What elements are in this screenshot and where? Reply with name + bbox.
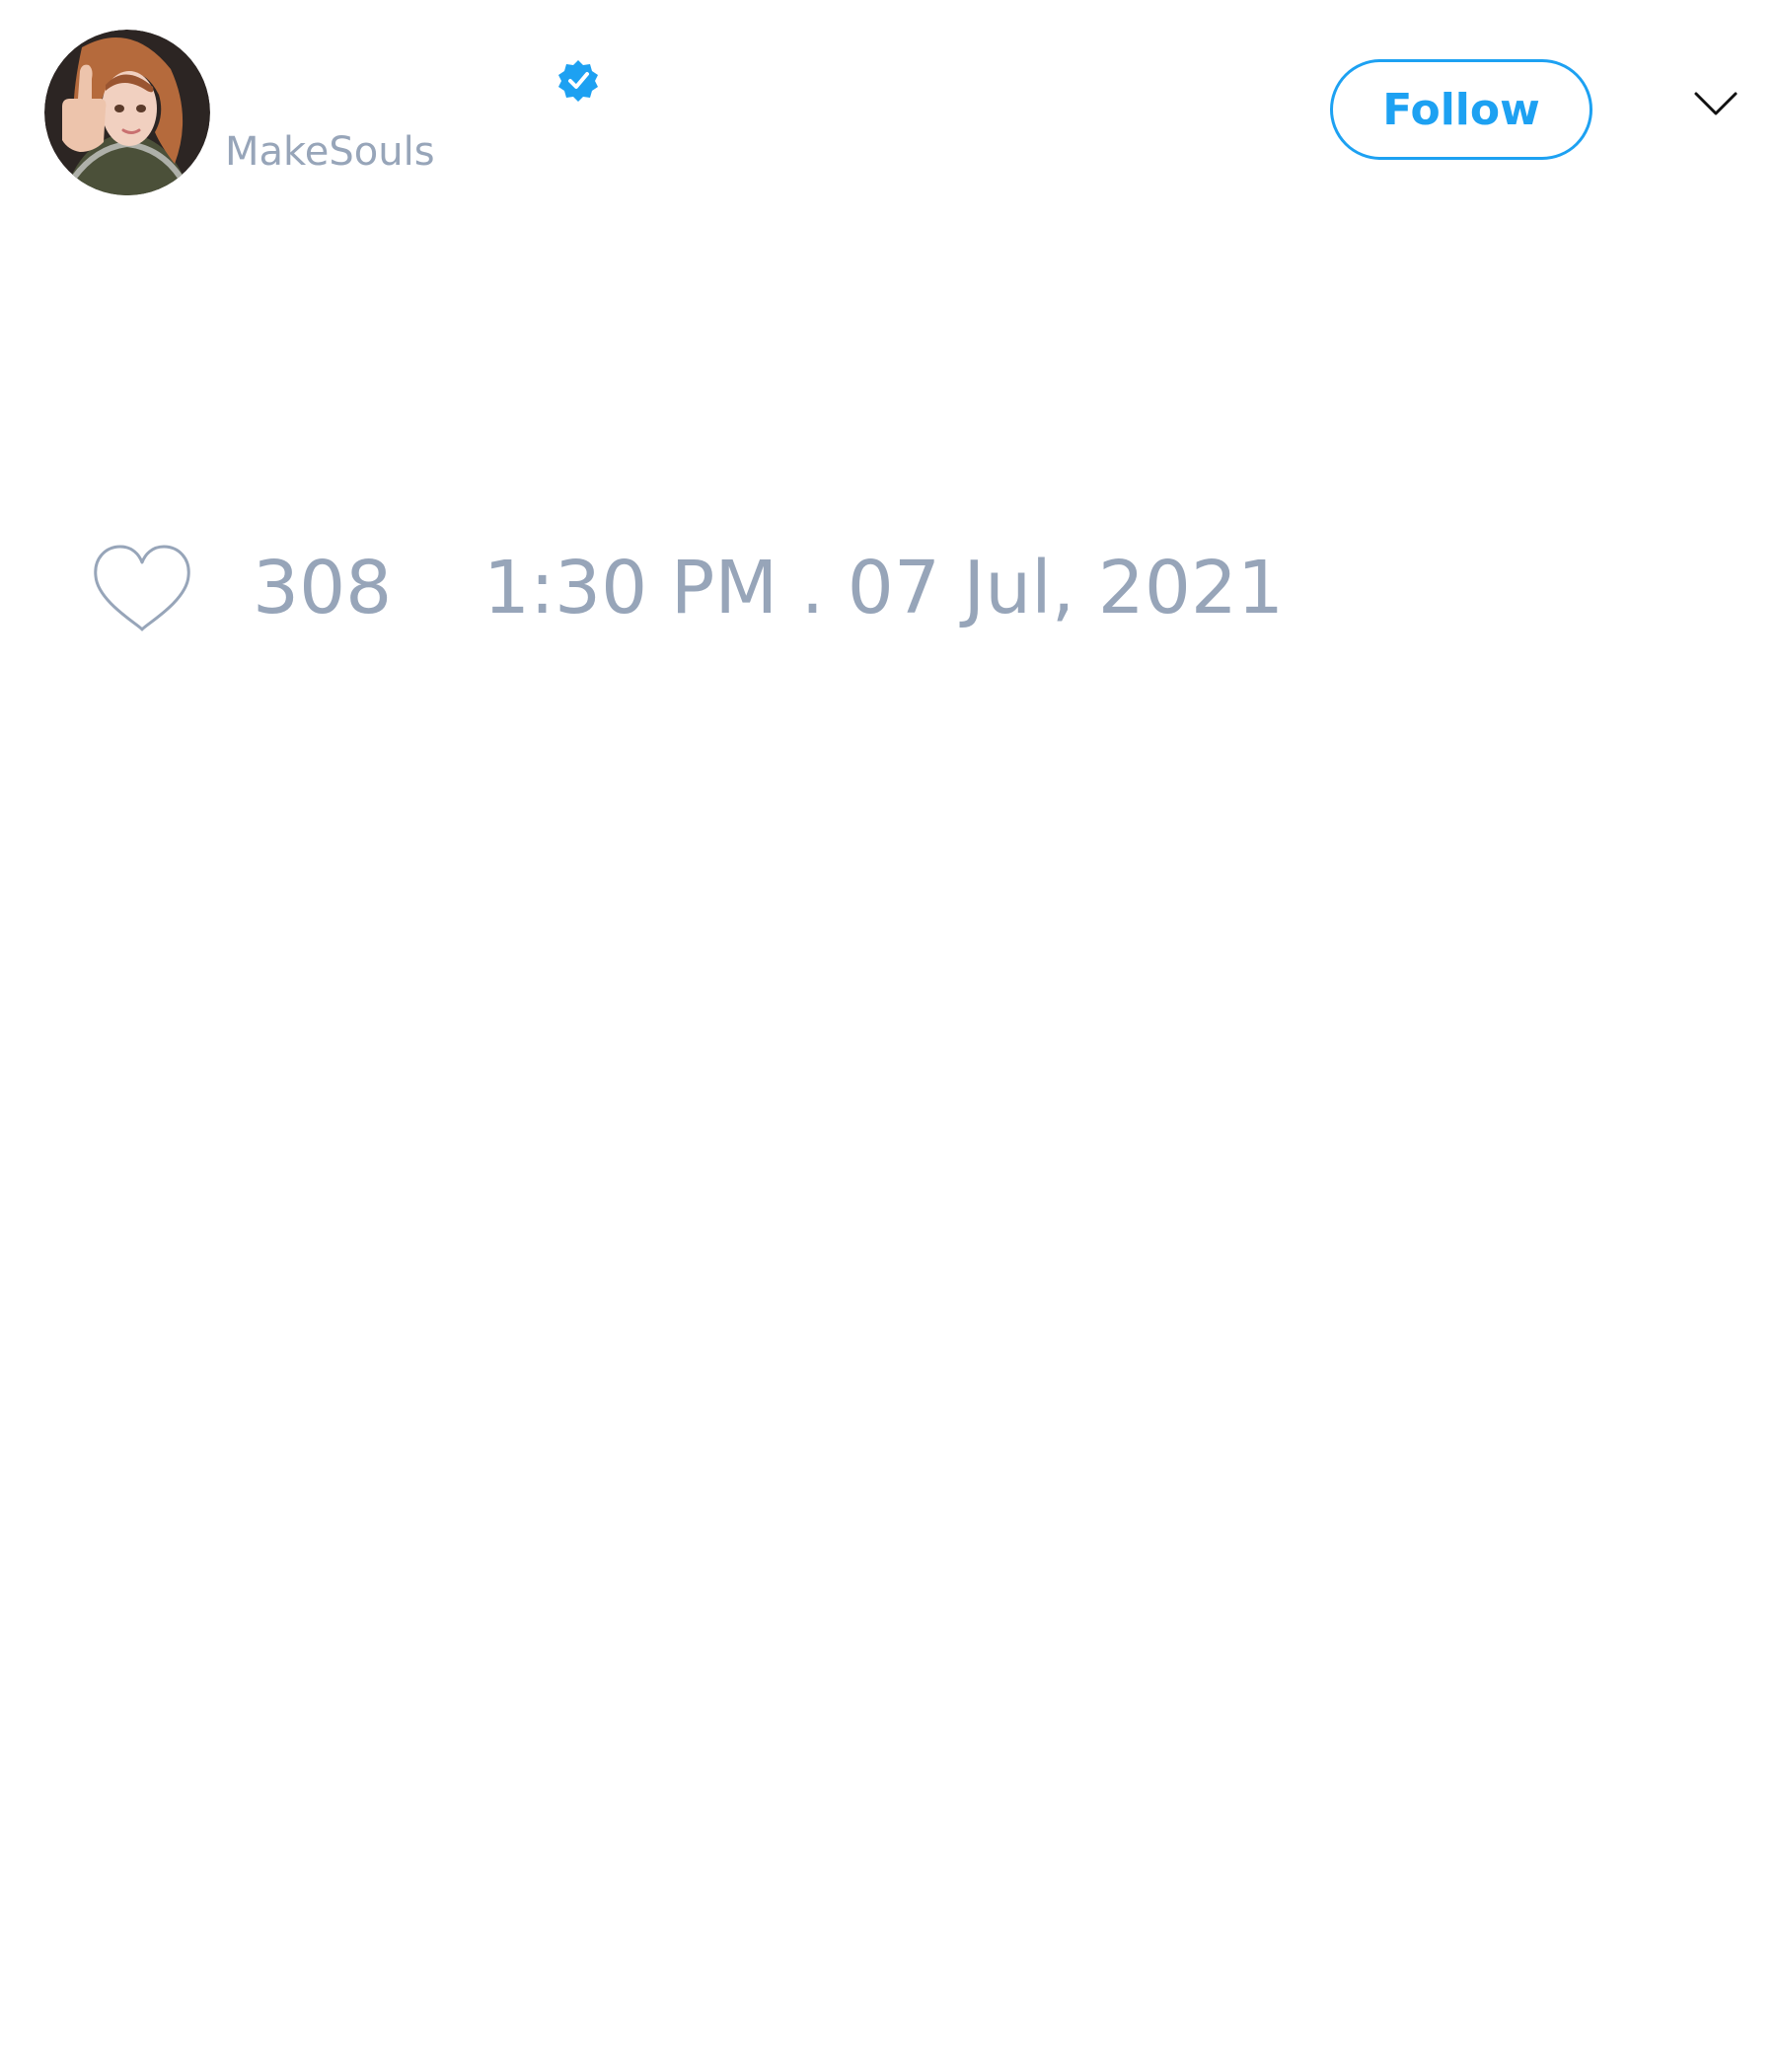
chevron-down-icon[interactable] — [1693, 89, 1739, 120]
follow-button[interactable]: Follow — [1330, 59, 1592, 160]
heart-icon[interactable] — [91, 543, 193, 635]
timestamp[interactable]: 1:30 PM . 07 Jul, 2021 — [483, 545, 1284, 631]
avatar[interactable] — [44, 30, 210, 195]
username[interactable]: MakeSouls — [225, 126, 435, 178]
like-count: 308 — [253, 546, 393, 630]
verified-badge-icon — [555, 58, 601, 104]
tweet-card: MakeSouls Follow 308 1:30 PM . 07 Jul, 2… — [0, 0, 1776, 2072]
